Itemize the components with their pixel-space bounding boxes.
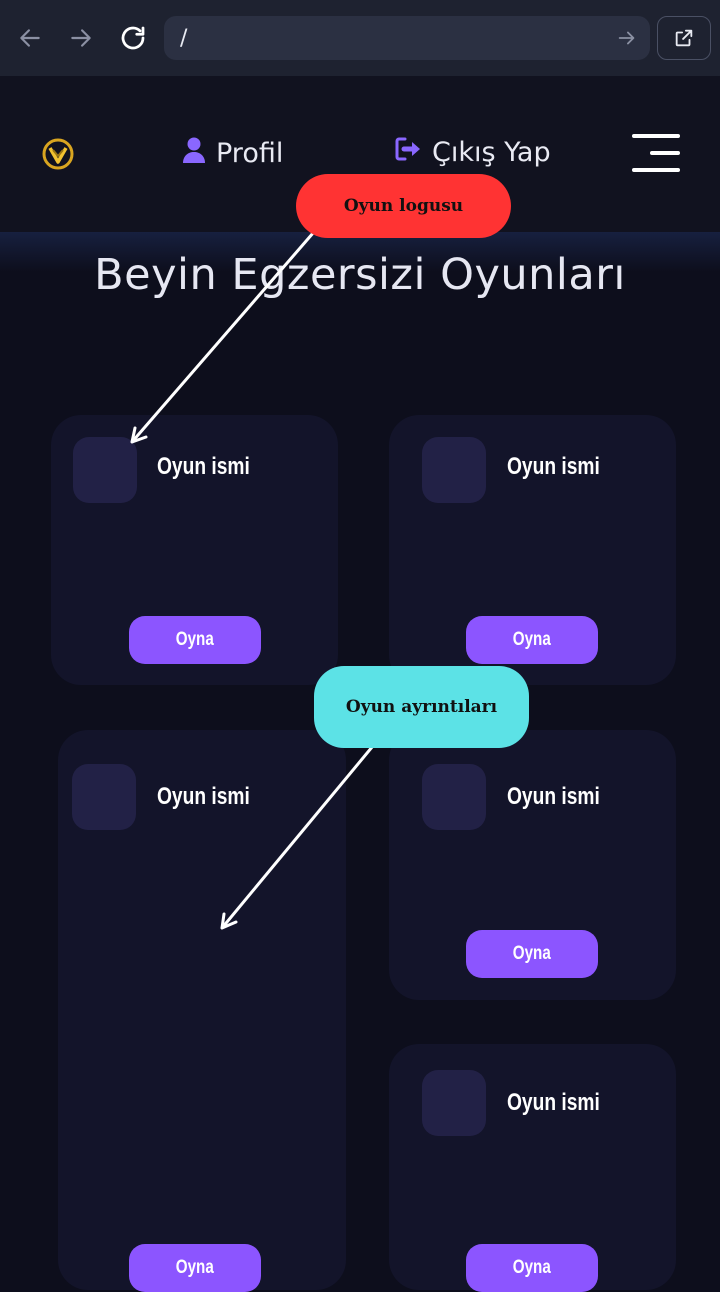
game-logo [72, 764, 136, 830]
game-card: Oyun ismi Oyna [51, 415, 338, 685]
play-button[interactable]: Oyna [466, 1244, 598, 1292]
play-button-label: Oyna [512, 629, 552, 650]
address-bar[interactable]: / [164, 16, 650, 60]
open-external-icon[interactable] [657, 16, 711, 60]
play-button[interactable]: Oyna [129, 1244, 261, 1292]
game-card: Oyun ismi Oyna [389, 1044, 676, 1292]
play-button[interactable]: Oyna [466, 930, 598, 978]
game-logo [422, 1070, 486, 1136]
page-title: Beyin Egzersizi Oyunları [94, 250, 626, 300]
game-card: Oyun ismi Oyna [389, 730, 676, 1000]
profile-label: Profil [216, 138, 284, 169]
reload-icon[interactable] [113, 18, 153, 58]
browser-toolbar: / [0, 0, 720, 77]
logout-link[interactable]: Çıkış Yap [394, 136, 551, 169]
logo-callout: Oyun logusu [296, 174, 511, 238]
go-icon[interactable] [616, 27, 638, 54]
profile-link[interactable]: Profil [182, 136, 283, 171]
forward-icon[interactable] [61, 18, 101, 58]
play-button[interactable]: Oyna [129, 616, 261, 664]
game-logo [73, 437, 137, 503]
game-name: Oyun ismi [507, 783, 600, 810]
game-logo [422, 764, 486, 830]
logout-label: Çıkış Yap [432, 137, 551, 168]
hamburger-menu-icon[interactable] [632, 134, 680, 172]
game-name: Oyun ismi [157, 453, 250, 480]
game-card: Oyun ismi Oyna [58, 730, 346, 1292]
play-button-label: Oyna [512, 1257, 552, 1278]
play-button-label: Oyna [175, 1257, 215, 1278]
game-card: Oyun ismi Oyna [389, 415, 676, 685]
game-name: Oyun ismi [507, 453, 600, 480]
game-name: Oyun ismi [157, 783, 250, 810]
play-button-label: Oyna [175, 629, 215, 650]
back-icon[interactable] [10, 18, 50, 58]
logout-icon [394, 136, 422, 169]
game-name: Oyun ismi [507, 1089, 600, 1116]
site-logo-icon[interactable] [42, 138, 74, 170]
game-logo [422, 437, 486, 503]
url-text: / [180, 26, 188, 51]
details-callout: Oyun ayrıntıları [314, 666, 529, 748]
play-button[interactable]: Oyna [466, 616, 598, 664]
user-icon [182, 136, 206, 171]
play-button-label: Oyna [512, 943, 552, 964]
